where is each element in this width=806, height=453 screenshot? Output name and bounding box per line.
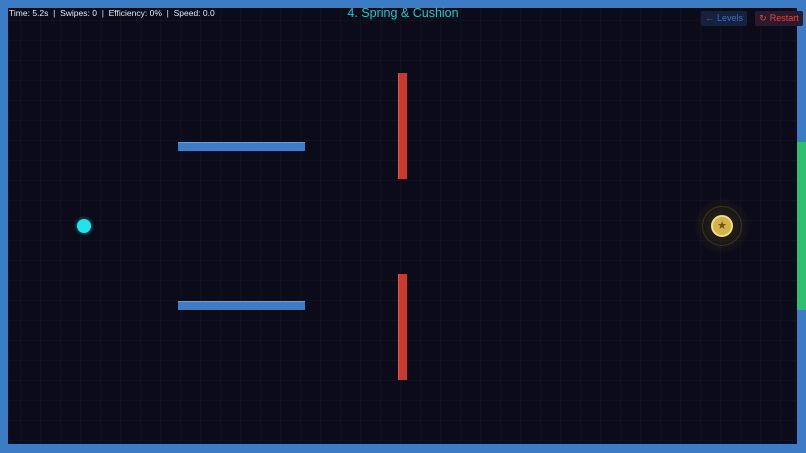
level-title: 4. Spring & Cushion <box>347 6 459 20</box>
spring-upper <box>398 73 407 179</box>
wall-right-lower <box>797 310 806 453</box>
levels-button-label: Levels <box>716 13 743 23</box>
platform-upper <box>178 142 305 151</box>
spring-lower <box>398 274 407 380</box>
player-ball[interactable] <box>77 219 91 233</box>
restart-button[interactable]: ↻ Restart <box>755 11 803 26</box>
restart-icon: ↻ <box>759 13 767 23</box>
restart-button-label: Restart <box>769 13 799 23</box>
star-icon: ★ <box>717 219 727 232</box>
wall-left <box>0 0 8 453</box>
target-coin: ★ <box>711 215 733 237</box>
game-canvas[interactable]: Time: 5.2s | Swipes: 0 | Efficiency: 0% … <box>0 0 806 453</box>
goal-zone <box>797 142 806 310</box>
wall-bottom <box>0 444 806 453</box>
levels-button[interactable]: ← Levels <box>701 11 747 26</box>
platform-lower <box>178 301 305 310</box>
arrow-left-icon: ← <box>704 13 714 23</box>
